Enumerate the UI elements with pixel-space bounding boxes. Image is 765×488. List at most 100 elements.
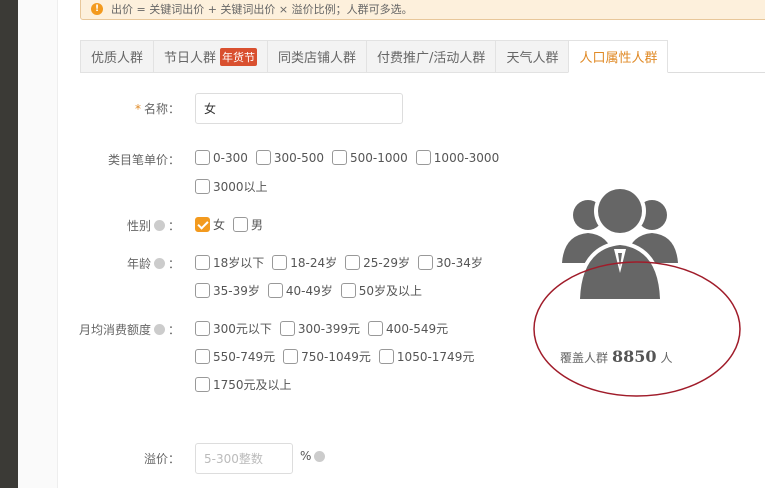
highlight-ellipse [533, 261, 741, 397]
spend-option[interactable]: 750-1049元 [283, 348, 371, 365]
option-label: 300元以下 [213, 322, 272, 336]
checkbox[interactable] [368, 321, 384, 336]
name-value: 女 [204, 102, 217, 116]
help-icon[interactable] [153, 324, 165, 335]
spend-options: 300元以下 300-399元 400-549元 [195, 320, 448, 337]
holiday-badge: 年货节 [220, 47, 258, 66]
option-label: 3000以上 [213, 180, 268, 194]
tab-label: 天气人群 [506, 51, 559, 66]
percent-sign: % [300, 449, 312, 463]
option-label: 0-300 [213, 150, 248, 165]
spend-option[interactable]: 400-549元 [368, 320, 448, 337]
tab-paid-promo[interactable]: 付费推广/活动人群 [366, 40, 496, 73]
price-option[interactable]: 1000-3000 [415, 150, 499, 165]
gender-option-female[interactable]: 女 [195, 216, 225, 233]
spend-option[interactable]: 300-399元 [279, 320, 361, 337]
tab-bar: 优质人群 节日人群 年货节 同类店铺人群 付费推广/活动人群 天气人群 人口属性人… [80, 40, 765, 73]
option-label: 400-549元 [386, 322, 449, 336]
option-label: 25-29岁 [363, 256, 411, 270]
tab-label: 优质人群 [91, 51, 144, 66]
tab-quality[interactable]: 优质人群 [80, 40, 154, 73]
colon: ： [167, 257, 180, 271]
option-label: 40-49岁 [285, 284, 333, 298]
price-label: 类目笔单价： [107, 153, 180, 167]
option-label: 18岁以下 [213, 256, 265, 270]
premium-label: 溢价： [143, 452, 180, 466]
coverage-number: 8850 [612, 347, 657, 366]
premium-placeholder: 5-300整数 [204, 452, 263, 466]
spend-option[interactable]: 1050-1749元 [378, 348, 475, 365]
option-label: 35-39岁 [213, 284, 260, 298]
checkbox[interactable] [195, 377, 210, 392]
age-label: 年龄 ： [127, 255, 180, 272]
checkbox[interactable] [283, 349, 299, 364]
age-option[interactable]: 30-34岁 [418, 254, 483, 271]
help-icon[interactable] [314, 450, 326, 462]
price-option[interactable]: 300-500 [255, 150, 324, 165]
checkbox[interactable] [332, 150, 348, 165]
price-options-2: 3000以上 [195, 178, 268, 195]
checkbox[interactable] [255, 150, 271, 165]
checkbox[interactable] [195, 349, 210, 364]
checkbox[interactable] [267, 283, 283, 298]
age-option[interactable]: 18岁以下 [195, 254, 264, 271]
spend-option[interactable]: 1750元及以上 [195, 376, 292, 393]
price-option[interactable]: 0-300 [195, 150, 248, 165]
required-mark: * [134, 101, 141, 116]
option-label: 30-34岁 [436, 256, 483, 270]
left-dark-bar [0, 0, 18, 488]
label-text: 名称： [143, 102, 180, 116]
checkbox[interactable] [378, 349, 394, 364]
option-label: 1050-1749元 [396, 350, 475, 364]
premium-unit: % [300, 449, 326, 463]
age-options: 18岁以下 18-24岁 25-29岁 30-34岁 [195, 254, 483, 271]
left-gutter [18, 0, 58, 488]
premium-input[interactable]: 5-300整数 [195, 443, 293, 474]
spend-options-3: 1750元及以上 [195, 376, 292, 393]
tab-demographic[interactable]: 人口属性人群 [568, 40, 669, 73]
option-label: 300-399元 [297, 322, 361, 336]
checkbox[interactable] [233, 217, 249, 232]
checkbox[interactable] [195, 255, 210, 270]
checkbox[interactable] [279, 321, 295, 336]
checkbox[interactable] [345, 255, 361, 270]
coverage-suffix: 人 [660, 351, 673, 365]
tab-holiday[interactable]: 节日人群 年货节 [153, 40, 268, 73]
checkbox-checked[interactable] [195, 217, 210, 232]
checkbox[interactable] [415, 150, 431, 165]
option-label: 1750元及以上 [213, 378, 292, 392]
checkbox[interactable] [418, 255, 434, 270]
checkbox[interactable] [195, 150, 210, 165]
price-option[interactable]: 500-1000 [332, 150, 408, 165]
spend-option[interactable]: 550-749元 [195, 348, 275, 365]
spend-option[interactable]: 300元以下 [195, 320, 272, 337]
spend-label: 月均消费额度 ： [79, 321, 180, 338]
tab-label: 人口属性人群 [579, 51, 658, 66]
checkbox[interactable] [272, 255, 288, 270]
age-option[interactable]: 25-29岁 [345, 254, 410, 271]
tab-label: 同类店铺人群 [278, 51, 357, 66]
colon: ： [167, 219, 180, 233]
gender-option-male[interactable]: 男 [233, 216, 263, 233]
option-label: 女 [213, 218, 226, 232]
age-option[interactable]: 35-39岁 [195, 282, 260, 299]
coverage-prefix: 覆盖人群 [560, 351, 609, 365]
tab-similar-shop[interactable]: 同类店铺人群 [267, 40, 367, 73]
help-icon[interactable] [153, 220, 165, 231]
option-label: 男 [251, 218, 264, 232]
option-label: 500-1000 [350, 150, 408, 165]
checkbox[interactable] [195, 179, 210, 194]
checkbox[interactable] [195, 321, 210, 336]
price-options: 0-300 300-500 500-1000 1000-3000 [195, 150, 499, 165]
tab-weather[interactable]: 天气人群 [495, 40, 569, 73]
checkbox[interactable] [340, 283, 356, 298]
help-icon[interactable] [153, 258, 165, 269]
option-label: 18-24岁 [290, 256, 338, 270]
name-input[interactable]: 女 [195, 93, 403, 124]
option-label: 50岁及以上 [358, 284, 423, 298]
age-option[interactable]: 18-24岁 [272, 254, 337, 271]
age-option[interactable]: 40-49岁 [267, 282, 333, 299]
age-option[interactable]: 50岁及以上 [340, 282, 423, 299]
checkbox[interactable] [195, 283, 210, 298]
price-option[interactable]: 3000以上 [195, 178, 268, 195]
